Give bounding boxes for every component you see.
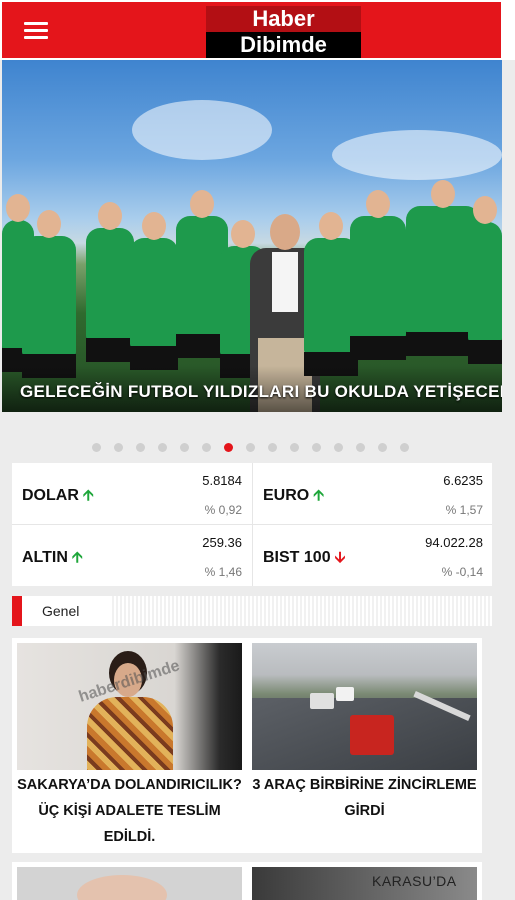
arrow-up-icon: 🡩 xyxy=(313,487,325,504)
news-card[interactable]: haberdibimde SAKARYA’DA DOLANDIRICILIK? … xyxy=(12,638,247,853)
slider-dot-6[interactable] xyxy=(202,443,211,452)
slider-dot-3[interactable] xyxy=(136,443,145,452)
market-value: 6.6235 xyxy=(443,473,483,488)
arrow-up-icon: 🡩 xyxy=(82,487,94,504)
market-name: ALTIN xyxy=(22,549,68,566)
market-name: DOLAR xyxy=(22,487,79,504)
slider-dot-11[interactable] xyxy=(312,443,321,452)
slider-dot-10[interactable] xyxy=(290,443,299,452)
market-change: % 1,46 xyxy=(204,565,242,579)
market-value: 5.8184 xyxy=(202,473,242,488)
slider-dot-8[interactable] xyxy=(246,443,255,452)
market-value: 259.36 xyxy=(202,535,242,550)
news-title[interactable]: 3 ARAÇ BİRBİRİNE ZİNCİRLEME GİRDİ xyxy=(252,772,477,824)
hamburger-menu-icon[interactable] xyxy=(24,22,48,40)
market-change: % -0,14 xyxy=(441,565,483,579)
header-bar: Haber Dibimde xyxy=(2,2,501,58)
slider-dot-12[interactable] xyxy=(334,443,343,452)
market-value: 94.022.28 xyxy=(425,535,483,550)
section-header-genel: Genel xyxy=(12,596,492,626)
market-bist100[interactable]: BIST 100 🡫 94.022.28 % -0,14 xyxy=(253,525,493,586)
news-card[interactable]: 3 ARAÇ BİRBİRİNE ZİNCİRLEME GİRDİ xyxy=(247,638,482,853)
section-title[interactable]: Genel xyxy=(22,596,112,626)
slider-dot-7-active[interactable] xyxy=(224,443,233,452)
slider-dot-15[interactable] xyxy=(400,443,409,452)
slider-dot-14[interactable] xyxy=(378,443,387,452)
slider-dot-4[interactable] xyxy=(158,443,167,452)
site-header: Haber Dibimde xyxy=(0,0,515,60)
logo-top-text: Haber xyxy=(206,6,361,32)
market-rates-panel: DOLAR 🡩 5.8184 % 0,92 EURO 🡩 6.6235 % 1,57… xyxy=(12,463,492,586)
slider-dot-5[interactable] xyxy=(180,443,189,452)
news-title[interactable]: SAKARYA’DA DOLANDIRICILIK? ÜÇ KİŞİ ADALE… xyxy=(17,772,242,850)
slider-dot-1[interactable] xyxy=(92,443,101,452)
news-thumbnail[interactable] xyxy=(17,867,242,900)
arrow-up-icon: 🡩 xyxy=(71,549,83,566)
logo-bottom-text: Dibimde xyxy=(240,32,327,57)
market-euro[interactable]: EURO 🡩 6.6235 % 1,57 xyxy=(253,463,493,524)
market-name: BIST 100 xyxy=(263,549,331,566)
hero-slide[interactable]: GELECEĞİN FUTBOL YILDIZLARI BU OKULDA YE… xyxy=(2,60,502,412)
news-card[interactable] xyxy=(12,862,247,900)
market-altin[interactable]: ALTIN 🡩 259.36 % 1,46 xyxy=(12,525,252,586)
news-thumbnail[interactable] xyxy=(252,643,477,770)
slider-dot-2[interactable] xyxy=(114,443,123,452)
market-name: EURO xyxy=(263,487,310,504)
thumbnail-overlay-text: KARASU’DA xyxy=(372,873,457,889)
slider-dot-13[interactable] xyxy=(356,443,365,452)
site-logo[interactable]: Haber Dibimde xyxy=(206,6,361,58)
news-card[interactable]: KARASU’DA xyxy=(247,862,482,900)
arrow-down-icon: 🡫 xyxy=(334,549,346,566)
news-thumbnail[interactable]: haberdibimde xyxy=(17,643,242,770)
slider-pagination xyxy=(92,443,422,453)
market-change: % 1,57 xyxy=(445,503,483,517)
news-thumbnail[interactable]: KARASU’DA xyxy=(252,867,477,900)
section-accent-bar xyxy=(12,596,22,626)
market-change: % 0,92 xyxy=(204,503,242,517)
market-dolar[interactable]: DOLAR 🡩 5.8184 % 0,92 xyxy=(12,463,252,524)
slider-dot-9[interactable] xyxy=(268,443,277,452)
hero-headline[interactable]: GELECEĞİN FUTBOL YILDIZLARI BU OKULDA YE… xyxy=(20,382,502,402)
